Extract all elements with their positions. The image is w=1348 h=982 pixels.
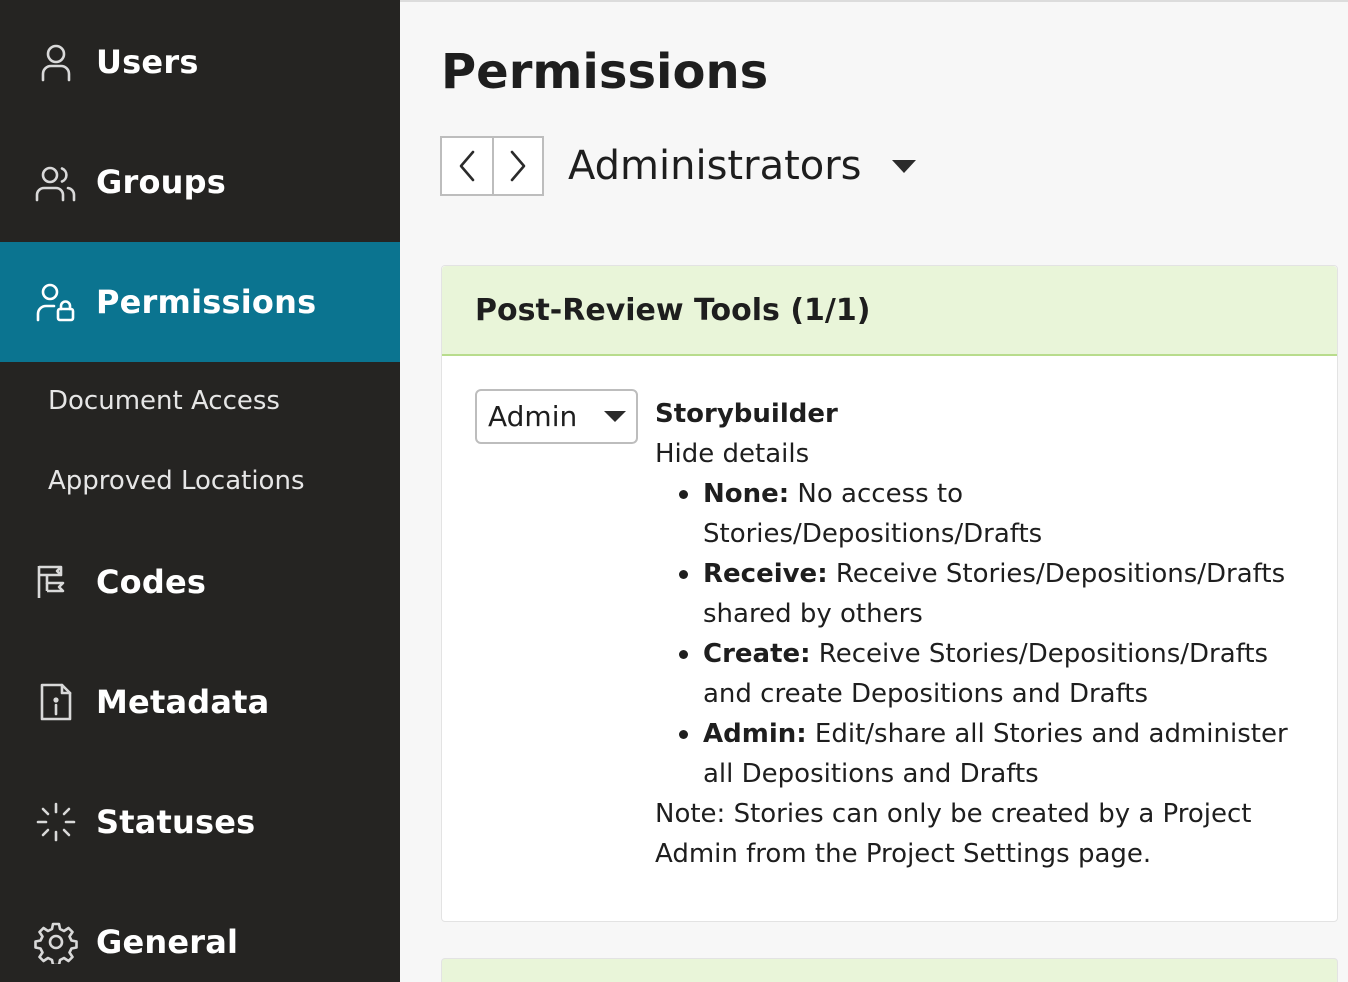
- sidebar-item-label: Codes: [96, 563, 207, 601]
- tool-name: Storybuilder: [655, 399, 838, 429]
- next-group-button[interactable]: [492, 138, 542, 194]
- sidebar-item-label: Metadata: [96, 683, 270, 721]
- group-select-value: Administrators: [568, 143, 862, 189]
- chevron-right-icon: [510, 150, 526, 182]
- caret-down-icon: [891, 159, 916, 173]
- permission-level-list: None: No access to Stories/Depositions/D…: [679, 474, 1305, 794]
- permission-term: Create:: [703, 639, 811, 669]
- next-card-header: [441, 958, 1338, 982]
- note-text: Note: Stories can only be created by a P…: [655, 799, 1252, 869]
- user-lock-icon: [34, 280, 78, 324]
- group-select[interactable]: Administrators: [568, 138, 916, 194]
- list-item: Admin: Edit/share all Stories and admini…: [679, 714, 1305, 794]
- sidebar-item-users[interactable]: Users: [0, 2, 400, 122]
- permission-term: None:: [703, 479, 790, 509]
- gear-icon: [34, 920, 78, 964]
- main-content: Permissions Administrators Post-Review T…: [400, 0, 1348, 982]
- sidebar-item-label: Statuses: [96, 803, 256, 841]
- sidebar-item-general[interactable]: General: [0, 882, 400, 982]
- chevron-left-icon: [459, 150, 475, 182]
- sidebar-subitem-approved-locations[interactable]: Approved Locations: [0, 441, 400, 521]
- list-item: Receive: Receive Stories/Depositions/Dra…: [679, 554, 1305, 634]
- role-select[interactable]: Admin: [475, 389, 638, 444]
- list-item: Create: Receive Stories/Depositions/Draf…: [679, 634, 1305, 714]
- sidebar-item-label: General: [96, 923, 239, 961]
- sidebar-item-label: Groups: [96, 163, 226, 201]
- page-title: Permissions: [441, 44, 769, 100]
- hide-details-link[interactable]: Hide details: [655, 434, 1305, 474]
- sidebar-item-statuses[interactable]: Statuses: [0, 762, 400, 882]
- sidebar-subitem-document-access[interactable]: Document Access: [0, 361, 400, 441]
- sidebar: Users Groups Permissions Document Access: [0, 0, 400, 982]
- sidebar-subitem-label: Approved Locations: [48, 466, 305, 496]
- list-item: None: No access to Stories/Depositions/D…: [679, 474, 1305, 554]
- permission-term: Admin:: [703, 719, 807, 749]
- sidebar-item-metadata[interactable]: Metadata: [0, 642, 400, 762]
- role-select-value: Admin: [488, 400, 578, 433]
- card-header: Post-Review Tools (1/1): [442, 266, 1337, 356]
- user-icon: [34, 40, 78, 84]
- permission-term: Receive:: [703, 559, 828, 589]
- codes-flag-icon: [34, 560, 78, 604]
- sidebar-item-permissions[interactable]: Permissions: [0, 242, 400, 362]
- sidebar-item-label: Permissions: [96, 283, 317, 321]
- divider: [400, 0, 1348, 2]
- document-info-icon: [34, 680, 78, 724]
- card-title: Post-Review Tools (1/1): [475, 292, 871, 328]
- permission-card: Post-Review Tools (1/1) Admin Storybuild…: [441, 265, 1338, 922]
- tool-details: Storybuilder Hide details None: No acces…: [655, 394, 1305, 874]
- caret-down-icon: [604, 411, 626, 422]
- sidebar-item-label: Users: [96, 43, 199, 81]
- loader-icon: [34, 800, 78, 844]
- previous-group-button[interactable]: [442, 138, 492, 194]
- group-pager: [440, 136, 544, 196]
- sidebar-item-codes[interactable]: Codes: [0, 522, 400, 642]
- group-icon: [34, 160, 78, 204]
- sidebar-subitem-label: Document Access: [48, 386, 280, 416]
- sidebar-item-groups[interactable]: Groups: [0, 122, 400, 242]
